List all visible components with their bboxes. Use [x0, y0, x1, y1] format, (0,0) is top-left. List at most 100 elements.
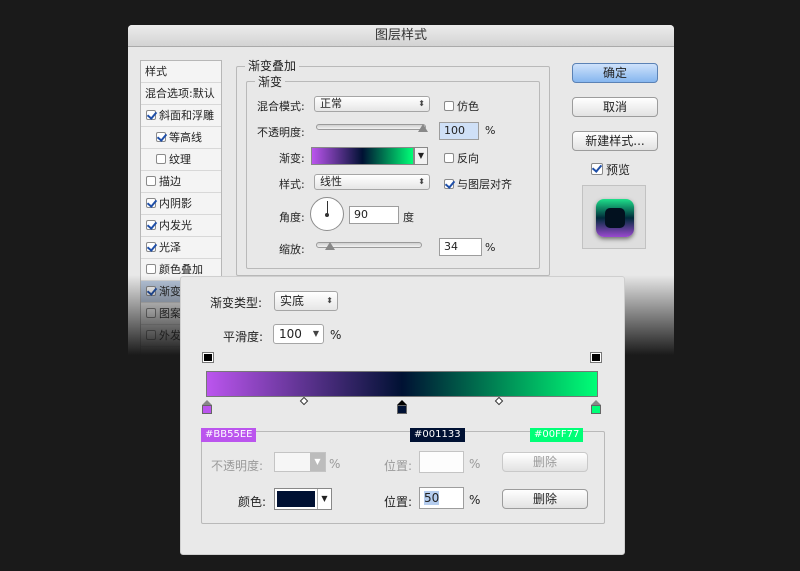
stops-group [201, 431, 605, 524]
checkbox-icon[interactable] [146, 330, 156, 340]
preview-thumbnail [582, 185, 646, 249]
style-item-3[interactable]: 描边 [141, 171, 221, 193]
reverse-checkbox[interactable]: 反向 [444, 150, 479, 166]
style-item-5[interactable]: 内发光 [141, 215, 221, 237]
gradient-type-label: 渐变类型: [210, 296, 263, 310]
stop-color-swatch[interactable] [277, 491, 315, 507]
checkbox-icon [444, 153, 454, 163]
checkbox-checked-icon[interactable] [146, 110, 156, 120]
color-stop-2[interactable] [591, 400, 601, 414]
gradient-bar[interactable] [206, 371, 598, 397]
midpoint-diamond-left[interactable] [299, 396, 309, 406]
checkbox-checked-icon[interactable] [146, 286, 156, 296]
percent-label: % [485, 124, 496, 137]
opacity-stop-left[interactable] [202, 352, 214, 366]
delete-color-stop-button[interactable]: 删除 [502, 489, 588, 509]
updown-arrow-icon: ⬍ [418, 177, 425, 186]
style-list-header[interactable]: 样式 [141, 61, 221, 83]
dropdown-arrow-icon[interactable]: ▼ [317, 489, 331, 509]
checkbox-checked-icon[interactable] [146, 242, 156, 252]
stop-color-field[interactable]: ▼ [274, 488, 332, 510]
color-stop-0[interactable] [202, 400, 212, 414]
blend-mode-label: 混合模式: [257, 100, 305, 113]
style-item-label: 图案 [159, 307, 181, 320]
color-stop-1[interactable] [397, 400, 407, 414]
style-label: 样式: [279, 178, 305, 191]
gradient-subgroup-title: 渐变 [255, 73, 286, 90]
style-value: 线性 [320, 175, 342, 188]
gradient-label: 渐变: [279, 152, 305, 165]
checkbox-icon [444, 101, 454, 111]
smoothness-field[interactable]: 100 ▼ [273, 324, 324, 344]
style-item-label: 内发光 [159, 219, 192, 232]
style-item-1[interactable]: 等高线 [141, 127, 221, 149]
dropdown-arrow-icon: ▼ [310, 453, 325, 471]
color-stop-swatch [202, 405, 212, 414]
opacity-input[interactable]: 100 [439, 122, 479, 140]
scale-input[interactable]: 34 [439, 238, 482, 256]
style-item-label: 外发 [159, 329, 181, 342]
color-stop-swatch [397, 405, 407, 414]
gradient-dropdown-icon[interactable]: ▼ [414, 147, 428, 165]
new-style-button[interactable]: 新建样式... [572, 131, 658, 151]
preview-checkbox[interactable]: 预览 [591, 161, 630, 178]
stop-color-tag-2: #00FF77 [530, 428, 584, 442]
style-item-4[interactable]: 内阴影 [141, 193, 221, 215]
preview-swatch-inner [605, 208, 625, 228]
angle-label: 角度: [279, 211, 305, 224]
midpoint-diamond-right[interactable] [494, 396, 504, 406]
style-item-label: 渐变 [159, 285, 181, 298]
opacity-stop-right[interactable] [590, 352, 602, 366]
blend-mode-value: 正常 [320, 97, 342, 110]
blend-mode-select[interactable]: 正常 ⬍ [314, 96, 430, 112]
angle-dial[interactable] [310, 197, 344, 231]
checkbox-checked-icon[interactable] [146, 198, 156, 208]
stop-opacity-field: ▼ [274, 452, 326, 472]
color-position-input[interactable]: 50 [419, 487, 464, 509]
delete-opacity-stop-button: 删除 [502, 452, 588, 472]
smoothness-label: 平滑度: [223, 330, 264, 344]
opacity-position-percent: % [469, 457, 481, 471]
stop-color-tag-0: #BB55EE [201, 428, 257, 442]
style-item-0[interactable]: 斜面和浮雕 [141, 105, 221, 127]
style-item-label: 斜面和浮雕 [159, 109, 214, 122]
dither-checkbox[interactable]: 仿色 [444, 98, 479, 114]
align-with-layer-checkbox[interactable]: 与图层对齐 [444, 176, 512, 192]
align-label: 与图层对齐 [457, 178, 512, 191]
blend-options-item[interactable]: 混合选项:默认 [141, 83, 221, 105]
checkbox-icon[interactable] [156, 154, 166, 164]
opacity-position-input [419, 451, 464, 473]
gradient-type-select[interactable]: 实底 ⬍ [274, 291, 338, 311]
style-item-2[interactable]: 纹理 [141, 149, 221, 171]
opacity-slider[interactable] [316, 124, 426, 130]
stop-color-label: 颜色: [238, 495, 267, 509]
style-item-label: 纹理 [169, 153, 191, 166]
updown-arrow-icon: ⬍ [326, 296, 333, 305]
dither-label: 仿色 [457, 100, 479, 113]
smoothness-value: 100 [279, 327, 302, 341]
color-position-label: 位置: [384, 495, 413, 509]
opacity-slider-thumb[interactable] [418, 124, 428, 132]
opacity-stop-swatch [590, 352, 602, 363]
style-item-label: 描边 [159, 175, 181, 188]
style-item-6[interactable]: 光泽 [141, 237, 221, 259]
checkbox-icon[interactable] [146, 308, 156, 318]
scale-label: 缩放: [279, 243, 305, 256]
style-item-label: 等高线 [169, 131, 202, 144]
style-select[interactable]: 线性 ⬍ [314, 174, 430, 190]
checkbox-checked-icon[interactable] [146, 220, 156, 230]
style-item-label: 颜色叠加 [159, 263, 203, 276]
checkbox-icon[interactable] [146, 264, 156, 274]
preview-label: 预览 [606, 163, 631, 177]
color-position-value: 50 [424, 491, 440, 505]
stop-color-tag-1: #001133 [410, 428, 465, 442]
gradient-swatch[interactable] [311, 147, 414, 165]
ok-button[interactable]: 确定 [572, 63, 658, 83]
cancel-button[interactable]: 取消 [572, 97, 658, 117]
opacity-label: 不透明度: [257, 126, 305, 139]
checkbox-icon[interactable] [146, 176, 156, 186]
checkbox-checked-icon[interactable] [156, 132, 166, 142]
scale-slider-thumb[interactable] [325, 242, 335, 250]
angle-input[interactable]: 90 [349, 206, 399, 224]
gradient-type-value: 实底 [280, 294, 305, 308]
